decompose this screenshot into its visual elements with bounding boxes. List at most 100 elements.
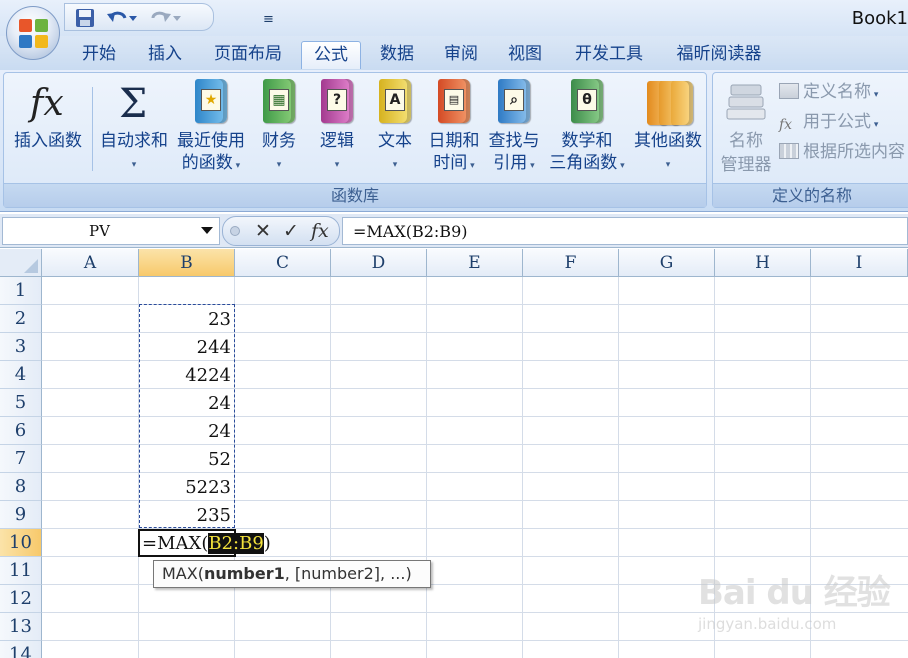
insert-function-icon[interactable]: fx — [311, 220, 329, 242]
column-header-b[interactable]: B — [139, 249, 235, 277]
row-header-6[interactable]: 6 — [0, 417, 42, 445]
tab-review[interactable]: 审阅 — [434, 41, 488, 69]
watermark-logo: Bai du 经验 — [698, 573, 891, 613]
row-header-1[interactable]: 1 — [0, 277, 42, 305]
formula-bar: PV ✕ ✓ fx =MAX(B2:B9) — [0, 214, 908, 248]
text-label: 文本 — [378, 131, 412, 151]
select-all-button[interactable] — [0, 249, 42, 277]
lookup-reference-button[interactable]: ⌕ 查找与 引用 ▾ — [484, 79, 544, 178]
use-in-formula-button[interactable]: fx 用于公式 ▾ — [779, 109, 878, 135]
dropdown-arrow-icon: ▾ — [131, 160, 137, 170]
sigma-icon: Σ — [113, 79, 155, 127]
column-header-d[interactable]: D — [331, 249, 427, 277]
office-button[interactable] — [6, 6, 60, 60]
column-header-e[interactable]: E — [427, 249, 523, 277]
save-icon[interactable] — [75, 8, 95, 28]
watermark-url: jingyan.baidu.com — [698, 615, 837, 633]
row-header-11[interactable]: 11 — [0, 557, 42, 585]
function-tooltip[interactable]: MAX(number1, [number2], ...) — [153, 560, 431, 588]
name-manager-button[interactable]: 名称 管理器 — [715, 79, 777, 177]
formula-input[interactable]: =MAX(B2:B9) — [342, 217, 908, 245]
name-manager-label: 名称 — [729, 131, 763, 151]
column-header-g[interactable]: G — [619, 249, 715, 277]
dropdown-arrow-icon: ▾ — [665, 160, 671, 170]
function-library-group: fx 插入函数 Σ 自动求和 ▾ ★ 最近使用 的函数 ▾ ▦ 财务 ▾ ? 逻… — [3, 72, 707, 208]
active-cell-b10[interactable]: =MAX(B2:B9) — [138, 529, 271, 557]
math-trig-label-2: 三角函数 ▾ — [549, 153, 625, 173]
gridline — [426, 277, 427, 658]
text-book-icon: A — [379, 79, 411, 123]
row-header-13[interactable]: 13 — [0, 613, 42, 641]
fx-icon: fx — [27, 79, 69, 125]
tab-view[interactable]: 视图 — [498, 41, 552, 69]
magnifier-book-icon: ⌕ — [498, 79, 530, 123]
reference-marquee — [139, 304, 235, 528]
separator — [92, 87, 93, 171]
tab-insert[interactable]: 插入 — [138, 41, 192, 69]
row-header-14[interactable]: 14 — [0, 641, 42, 658]
column-header-f[interactable]: F — [523, 249, 619, 277]
column-header-a[interactable]: A — [42, 249, 139, 277]
row-header-8[interactable]: 8 — [0, 473, 42, 501]
define-name-button[interactable]: 定义名称 ▾ — [779, 79, 878, 105]
row-header-2[interactable]: 2 — [0, 305, 42, 333]
tab-foxit-reader[interactable]: 福昕阅读器 — [666, 41, 772, 69]
grip-icon[interactable] — [230, 226, 240, 236]
tab-page-layout[interactable]: 页面布局 — [204, 41, 292, 69]
worksheet-grid: A B C D E F G H I 1 2 3 4 5 6 7 8 9 10 1… — [0, 249, 908, 658]
row-header-3[interactable]: 3 — [0, 333, 42, 361]
cancel-icon[interactable]: ✕ — [255, 220, 271, 242]
math-trig-label: 数学和 — [561, 131, 613, 151]
create-from-selection-icon — [779, 143, 799, 159]
column-header-i[interactable]: I — [811, 249, 908, 277]
text-button[interactable]: A 文本 ▾ — [368, 79, 422, 177]
gridline — [618, 277, 619, 658]
tab-developer[interactable]: 开发工具 — [564, 41, 654, 69]
logical-button[interactable]: ? 逻辑 ▾ — [310, 79, 364, 177]
row-header-9[interactable]: 9 — [0, 501, 42, 529]
create-from-selection-button[interactable]: 根据所选内容 — [779, 139, 905, 165]
row-header-10[interactable]: 10 — [0, 529, 42, 557]
name-box-dropdown-icon[interactable] — [201, 227, 213, 234]
title-bar: ≡ Book1 — [0, 0, 908, 36]
row-header-5[interactable]: 5 — [0, 389, 42, 417]
dropdown-arrow-icon: ▾ — [276, 160, 282, 170]
more-functions-button[interactable]: 其他函数 ▾ — [630, 79, 706, 177]
customize-qat-icon[interactable]: ≡ — [263, 12, 274, 27]
autosum-button[interactable]: Σ 自动求和 ▾ — [96, 79, 172, 177]
date-time-label: 日期和 — [428, 131, 480, 151]
row-header-4[interactable]: 4 — [0, 361, 42, 389]
math-trig-button[interactable]: θ 数学和 三角函数 ▾ — [544, 79, 630, 178]
recently-used-label-2: 的函数 ▾ — [181, 153, 241, 173]
tooltip-current-arg: number1 — [203, 564, 285, 583]
dropdown-arrow-icon: ▾ — [392, 160, 398, 170]
date-time-button[interactable]: ▤ 日期和 时间 ▾ — [424, 79, 484, 178]
ribbon: fx 插入函数 Σ 自动求和 ▾ ★ 最近使用 的函数 ▾ ▦ 财务 ▾ ? 逻… — [0, 70, 908, 212]
financial-label: 财务 — [262, 131, 296, 151]
more-functions-label: 其他函数 — [634, 131, 702, 151]
select-all-triangle-icon — [24, 259, 38, 273]
row-header-12[interactable]: 12 — [0, 585, 42, 613]
name-box[interactable]: PV — [2, 217, 220, 245]
tab-data[interactable]: 数据 — [370, 41, 424, 69]
svg-text:Σ: Σ — [119, 81, 147, 125]
redo-icon[interactable] — [149, 8, 183, 28]
row-header-7[interactable]: 7 — [0, 445, 42, 473]
column-header-c[interactable]: C — [235, 249, 331, 277]
quick-access-toolbar: ≡ — [64, 3, 274, 31]
undo-icon[interactable] — [105, 8, 139, 28]
tab-formulas[interactable]: 公式 — [301, 41, 361, 69]
insert-function-button[interactable]: fx 插入函数 — [8, 79, 88, 153]
stacked-books-icon — [647, 79, 693, 125]
tab-home[interactable]: 开始 — [72, 41, 126, 69]
gridline — [522, 277, 523, 658]
column-header-h[interactable]: H — [715, 249, 811, 277]
recently-used-button[interactable]: ★ 最近使用 的函数 ▾ — [172, 79, 250, 178]
baidu-watermark: Bai du 经验 jingyan.baidu.com — [690, 555, 900, 645]
financial-button[interactable]: ▦ 财务 ▾ — [252, 79, 306, 177]
autosum-label: 自动求和 — [100, 131, 168, 151]
highlighted-reference: B2:B9 — [208, 533, 264, 554]
defined-names-group: 名称 管理器 定义名称 ▾ fx 用于公式 ▾ 根据所选内容 定义的名称 — [712, 72, 908, 208]
enter-icon[interactable]: ✓ — [283, 220, 299, 242]
tooltip-other-args: , [number2], ...) — [284, 564, 412, 583]
